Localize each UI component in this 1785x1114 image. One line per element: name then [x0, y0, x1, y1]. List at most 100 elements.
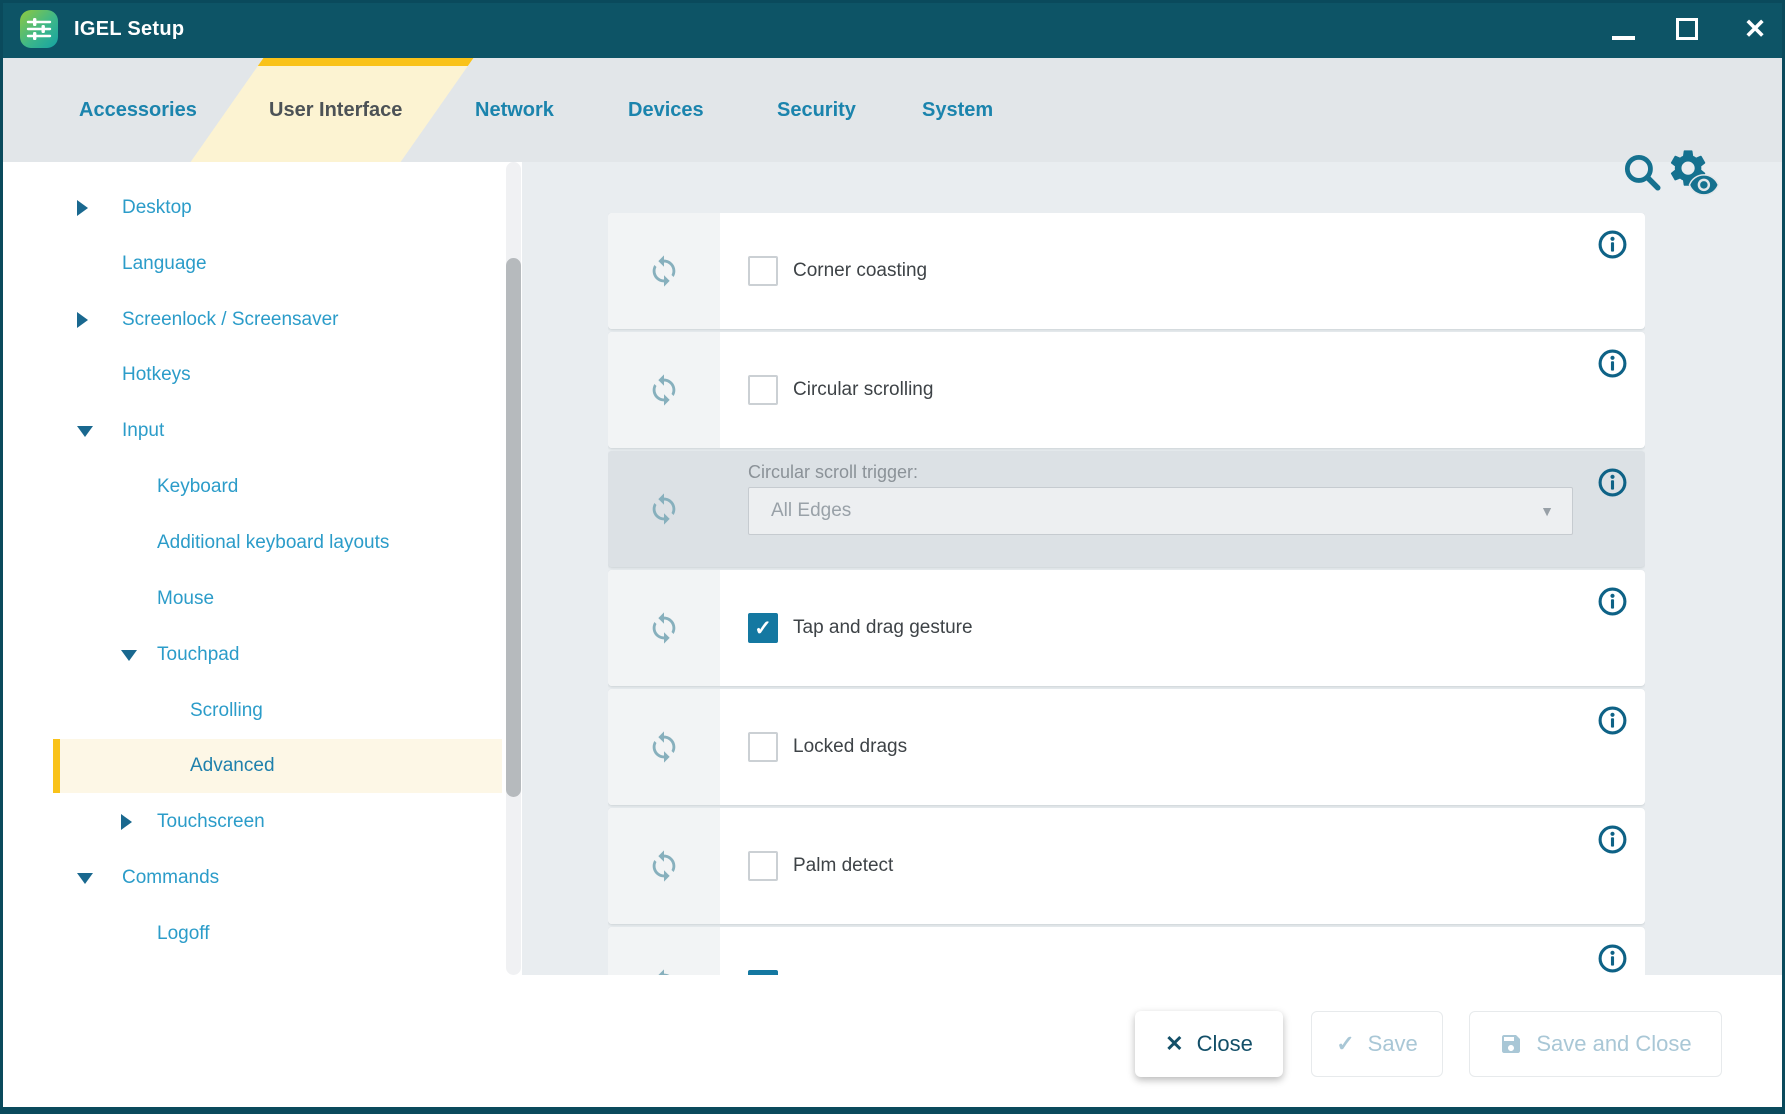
tab-user-interface[interactable]: User Interface [269, 58, 402, 162]
selected-item-highlight [53, 739, 502, 793]
tree-arrow-collapsed-icon[interactable] [77, 200, 88, 216]
reset-icon[interactable] [647, 611, 681, 645]
sidebar-item-label: Commands [122, 850, 219, 906]
settings-row-item: ✓ [608, 927, 1645, 975]
sidebar-item-commands[interactable]: Commands [3, 850, 505, 906]
info-icon[interactable] [1597, 943, 1628, 974]
window-title: IGEL Setup [74, 0, 184, 58]
save-and-close-button-label: Save and Close [1536, 1031, 1691, 1057]
tab-system[interactable]: System [922, 58, 993, 162]
close-icon: ✕ [1744, 16, 1767, 43]
maximize-button[interactable] [1663, 0, 1711, 58]
check-mark-icon: ✓ [754, 618, 772, 639]
save-and-close-button: Save and Close [1469, 1011, 1722, 1077]
sidebar-item-label: Additional keyboard layouts [157, 515, 389, 571]
info-icon[interactable] [1597, 348, 1628, 379]
info-icon[interactable] [1597, 586, 1628, 617]
reset-icon[interactable] [647, 968, 681, 975]
tab-security[interactable]: Security [777, 58, 856, 162]
sidebar-item-label: Touchpad [157, 627, 239, 683]
setting-label: Tap and drag gesture [793, 570, 973, 686]
checkbox[interactable]: ✓ [748, 375, 778, 405]
setting-label: Palm detect [793, 808, 893, 924]
checkbox[interactable]: ✓ [748, 613, 778, 643]
sidebar-item-display-settings[interactable]: Display settings [3, 162, 505, 180]
igel-logo-icon [20, 10, 58, 48]
info-icon[interactable] [1597, 467, 1628, 498]
tab-accessories[interactable]: Accessories [79, 58, 197, 162]
tab-devices[interactable]: Devices [628, 58, 704, 162]
settings-row-corner-coasting: ✓ Corner coasting [608, 213, 1645, 329]
row-reset-strip [608, 213, 720, 329]
info-icon[interactable] [1597, 824, 1628, 855]
tree-arrow-expanded-icon[interactable] [77, 426, 93, 437]
sidebar-item-language[interactable]: Language [3, 236, 505, 292]
tree-arrow-expanded-icon[interactable] [121, 650, 137, 661]
sidebar-item-label: Mouse [157, 571, 214, 627]
dropdown-label: Circular scroll trigger: [748, 462, 918, 483]
tree-arrow-collapsed-icon[interactable] [121, 814, 132, 830]
settings-row-circular-scroll-trigger: Circular scroll trigger: All Edges ▼ [608, 451, 1645, 567]
sidebar-item-label: Keyboard [157, 459, 238, 515]
sidebar-scrollbar[interactable] [506, 162, 521, 975]
settings-row-circular-scrolling: ✓ Circular scrolling [608, 332, 1645, 448]
sidebar-item-logoff[interactable]: Logoff [3, 906, 505, 962]
setting-label: Corner coasting [793, 213, 927, 329]
row-reset-strip [608, 570, 720, 686]
settings-row-palm-detect: ✓ Palm detect [608, 808, 1645, 924]
sidebar-item-mouse[interactable]: Mouse [3, 571, 505, 627]
settings-eye-icon[interactable] [1666, 146, 1722, 196]
titlebar: IGEL Setup ✕ [0, 0, 1785, 58]
reset-icon[interactable] [647, 254, 681, 288]
dropdown: All Edges ▼ [748, 487, 1573, 535]
sidebar-item-label: Hotkeys [122, 347, 191, 403]
tree-arrow-expanded-icon[interactable] [77, 873, 93, 884]
checkbox[interactable]: ✓ [748, 732, 778, 762]
reset-icon[interactable] [647, 492, 681, 526]
sidebar-item-hotkeys[interactable]: Hotkeys [3, 347, 505, 403]
tab-bar: Accessories User Interface Network Devices S… [0, 58, 1785, 162]
sidebar-item-label: Input [122, 403, 164, 459]
minimize-icon [1612, 36, 1635, 40]
sidebar-item-label: Display settings [122, 162, 255, 180]
sidebar-item-scrolling[interactable]: Scrolling [3, 683, 505, 739]
checkbox[interactable]: ✓ [748, 256, 778, 286]
close-x-icon: ✕ [1165, 1033, 1183, 1055]
footer: ✕ Close ✓ Save Save and Close [3, 975, 1782, 1108]
reset-icon[interactable] [647, 730, 681, 764]
dropdown-value: All Edges [771, 488, 851, 534]
sidebar-item-additional-keyboard-layouts[interactable]: Additional keyboard layouts [3, 515, 505, 571]
sidebar-item-label: Desktop [122, 180, 192, 236]
settings-row-tap-and-drag-gesture: ✓ Tap and drag gesture [608, 570, 1645, 686]
setting-label: Circular scrolling [793, 332, 933, 448]
reset-icon[interactable] [647, 373, 681, 407]
sidebar-item-label: Scrolling [190, 683, 263, 739]
sidebar-item-input[interactable]: Input [3, 403, 505, 459]
sidebar-item-touchscreen[interactable]: Touchscreen [3, 794, 505, 850]
tab-network[interactable]: Network [475, 58, 554, 162]
setting-label: Locked drags [793, 689, 907, 805]
close-window-button[interactable]: ✕ [1731, 0, 1779, 58]
sidebar-item-label: Touchscreen [157, 794, 265, 850]
info-icon[interactable] [1597, 229, 1628, 260]
sidebar-item-label: Language [122, 236, 207, 292]
sidebar-item-screenlock-screensaver[interactable]: Screenlock / Screensaver [3, 292, 505, 348]
save-check-icon: ✓ [1336, 1033, 1354, 1055]
save-button-label: Save [1368, 1031, 1418, 1057]
sidebar-item-touchpad[interactable]: Touchpad [3, 627, 505, 683]
sidebar-item-advanced[interactable]: Advanced [3, 738, 505, 794]
checkbox[interactable]: ✓ [748, 851, 778, 881]
reset-icon[interactable] [647, 849, 681, 883]
row-reset-strip [608, 927, 720, 975]
minimize-button[interactable] [1599, 0, 1647, 58]
save-button: ✓ Save [1311, 1011, 1443, 1077]
close-button[interactable]: ✕ Close [1135, 1011, 1283, 1077]
close-button-label: Close [1197, 1031, 1253, 1057]
sidebar-item-desktop[interactable]: Desktop [3, 180, 505, 236]
search-icon[interactable] [1620, 149, 1664, 195]
maximize-icon [1676, 18, 1698, 40]
sidebar-scrollbar-thumb[interactable] [506, 258, 521, 797]
sidebar-item-keyboard[interactable]: Keyboard [3, 459, 505, 515]
tree-arrow-collapsed-icon[interactable] [77, 312, 88, 328]
info-icon[interactable] [1597, 705, 1628, 736]
